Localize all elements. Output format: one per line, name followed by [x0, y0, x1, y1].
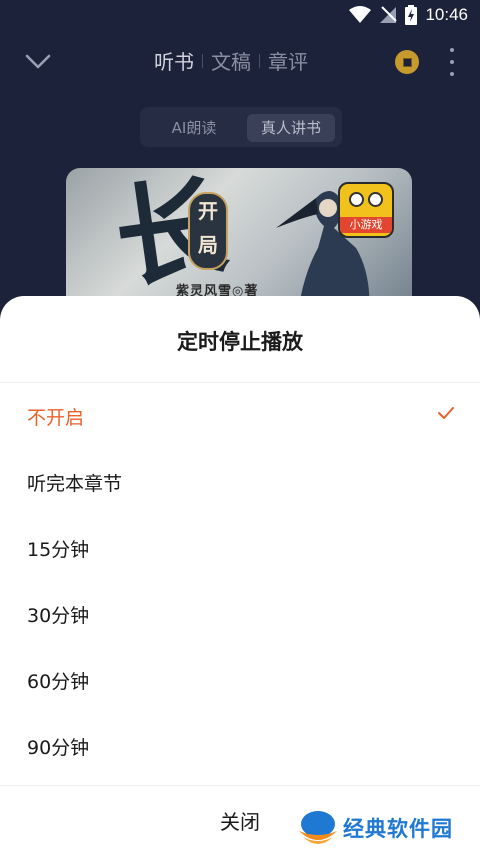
check-icon: [438, 407, 454, 419]
timer-option-end-of-chapter[interactable]: 听完本章节: [0, 449, 480, 515]
wifi-icon: [349, 6, 372, 23]
status-bar: 10:46: [0, 0, 480, 32]
mini-game-icon[interactable]: 小游戏: [338, 182, 394, 238]
tab-comments[interactable]: 章评: [260, 46, 316, 75]
timer-option-90min[interactable]: 90分钟: [0, 713, 480, 779]
status-icons: 10:46: [349, 5, 468, 25]
ai-read-option[interactable]: AI朗读: [152, 114, 236, 142]
tab-bar: 听书 文稿 章评: [146, 46, 316, 75]
watermark: 经典软件园: [297, 808, 477, 848]
mini-game-label: 小游戏: [340, 217, 392, 233]
coin-hole: [402, 57, 412, 67]
human-narration-option[interactable]: 真人讲书: [247, 114, 335, 142]
status-time: 10:46: [425, 5, 468, 24]
option-label: 听完本章节: [27, 473, 123, 495]
player-header: 听书 文稿 章评: [0, 32, 480, 92]
signal-off-icon: [380, 6, 398, 23]
option-label: 不开启: [27, 407, 85, 429]
watermark-text: 经典软件园: [343, 817, 453, 841]
option-label: 60分钟: [27, 671, 90, 693]
battery-charging-icon: [405, 5, 418, 25]
more-vertical-icon[interactable]: [446, 48, 458, 76]
sleep-timer-sheet: 定时停止播放 不开启 听完本章节 15分钟 30分钟 60分钟 90分钟 关闭: [0, 296, 480, 853]
cover-title-badge: 开局: [188, 192, 228, 270]
reading-mode-switch: AI朗读 真人讲书: [140, 107, 342, 147]
timer-option-60min[interactable]: 60分钟: [0, 647, 480, 713]
watermark-logo-icon: [299, 811, 337, 844]
option-label: 30分钟: [27, 605, 90, 627]
sheet-title: 定时停止播放: [177, 330, 303, 354]
option-label: 15分钟: [27, 539, 90, 561]
option-label: 90分钟: [27, 737, 90, 759]
timer-option-off[interactable]: 不开启: [0, 383, 480, 449]
coin-icon[interactable]: [395, 50, 419, 74]
tab-transcript[interactable]: 文稿: [203, 46, 259, 75]
timer-option-30min[interactable]: 30分钟: [0, 581, 480, 647]
timer-option-15min[interactable]: 15分钟: [0, 515, 480, 581]
chevron-down-icon[interactable]: [24, 50, 52, 74]
tab-listen[interactable]: 听书: [146, 46, 202, 75]
